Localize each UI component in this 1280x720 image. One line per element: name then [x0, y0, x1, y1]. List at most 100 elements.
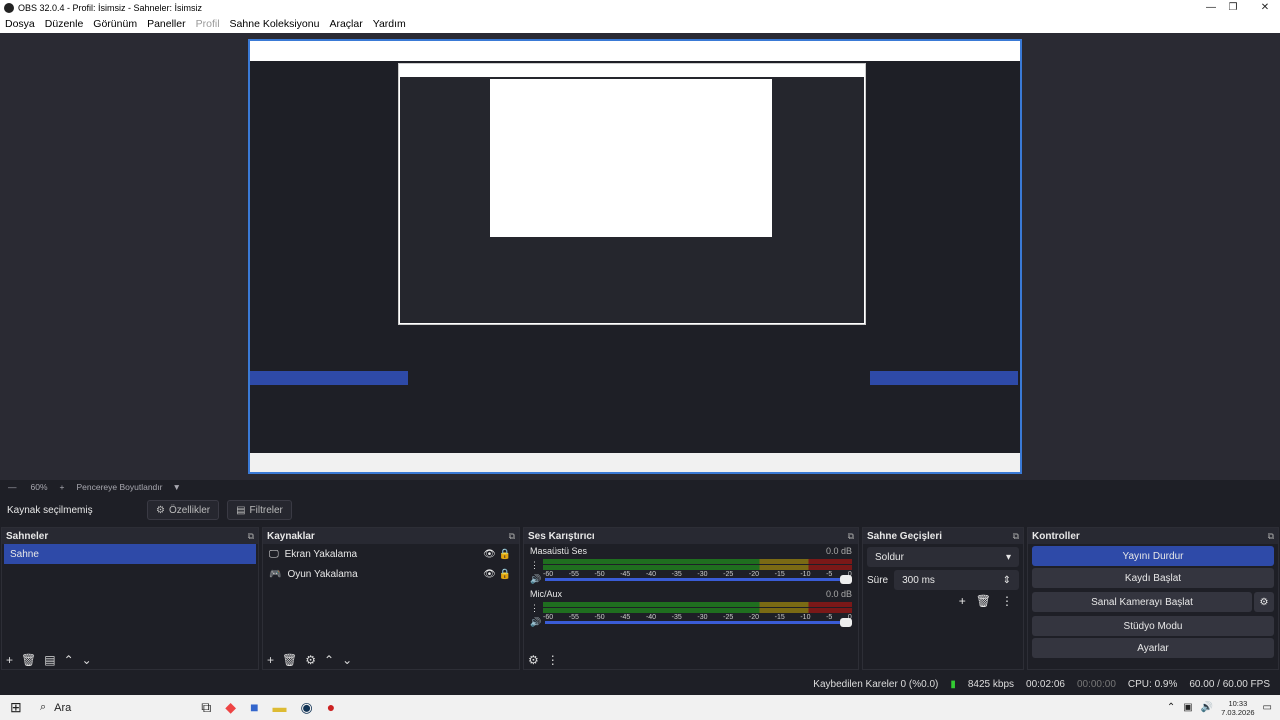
menu-yardim[interactable]: Yardım: [368, 18, 411, 30]
menu-dots-icon[interactable]: ⋮: [530, 560, 539, 571]
zoom-out-icon[interactable]: —: [8, 482, 17, 492]
channel-db: 0.0 dB: [825, 589, 852, 599]
menu-dosya[interactable]: Dosya: [0, 18, 40, 30]
obs-icon[interactable]: ●: [327, 699, 335, 716]
start-virtual-camera-button[interactable]: Sanal Kamerayı Başlat: [1032, 592, 1252, 612]
preview-canvas[interactable]: [0, 33, 1280, 480]
clock[interactable]: 10:33 7.03.2026: [1221, 699, 1254, 717]
selection-status: Kaynak seçilmemiş: [7, 504, 93, 516]
duration-field[interactable]: Süre 300 ms ⇕: [867, 570, 1019, 590]
explorer-icon[interactable]: ▬: [273, 699, 287, 716]
menu-gorunum[interactable]: Görünüm: [88, 18, 142, 30]
zoom-in-icon[interactable]: +: [60, 482, 65, 492]
undock-icon[interactable]: ⧉: [248, 531, 254, 542]
add-icon[interactable]: +: [6, 653, 13, 667]
menu-sahne-koleksiyonu[interactable]: Sahne Koleksiyonu: [225, 18, 325, 30]
up-icon[interactable]: ⌃: [64, 653, 74, 667]
gear-icon[interactable]: ⚙: [305, 653, 316, 667]
studio-mode-button[interactable]: Stüdyo Modu: [1032, 616, 1274, 636]
meter-scale: -60-55-50-45-40-35-30-25-20-15-10-50: [543, 571, 852, 578]
source-label: Oyun Yakalama: [287, 568, 358, 580]
add-icon[interactable]: +: [959, 594, 966, 608]
link-gear-icon[interactable]: ⚙: [528, 653, 539, 667]
windows-start-icon[interactable]: ⊞: [10, 699, 22, 716]
settings-button[interactable]: Ayarlar: [1032, 638, 1274, 658]
add-icon[interactable]: +: [267, 653, 274, 667]
start-recording-button[interactable]: Kaydı Başlat: [1032, 568, 1274, 588]
menu-paneller[interactable]: Paneller: [142, 18, 191, 30]
notification-icon[interactable]: ▭: [1263, 702, 1272, 713]
speaker-icon[interactable]: 🔊: [530, 617, 541, 628]
lock-icon[interactable]: 🔒: [499, 549, 511, 560]
source-item[interactable]: 🎮 Oyun Yakalama 👁 🔒: [263, 564, 519, 584]
gamepad-icon: 🎮: [269, 568, 282, 580]
menu-dots-icon[interactable]: ⋮: [1001, 594, 1013, 608]
zoom-fit-label[interactable]: Pencereye Boyutlandır: [76, 482, 162, 492]
menu-dots-icon[interactable]: ⋮: [547, 653, 559, 667]
store-icon[interactable]: ■: [250, 699, 258, 716]
lock-icon[interactable]: 🔒: [499, 569, 511, 580]
stop-stream-button[interactable]: Yayını Durdur: [1032, 546, 1274, 566]
controls-dock: Kontroller ⧉ Yayını Durdur Kaydı Başlat S…: [1027, 527, 1279, 670]
network-icon[interactable]: ▣: [1183, 702, 1192, 713]
restore-icon[interactable]: ❐: [1218, 0, 1248, 15]
volume-slider[interactable]: [545, 618, 852, 627]
brave-icon[interactable]: ◆: [225, 699, 236, 716]
eye-icon[interactable]: 👁: [483, 569, 496, 580]
menu-araclar[interactable]: Araçlar: [324, 18, 367, 30]
sources-title: Kaynaklar: [267, 530, 315, 542]
volume-slider[interactable]: [545, 575, 852, 584]
mixer-toolbar: ⚙ ⋮: [528, 653, 559, 667]
trash-icon[interactable]: 🗑: [976, 594, 991, 608]
zoom-bar: — 60% + Pencereye Boyutlandır ▼: [0, 480, 1280, 494]
trash-icon[interactable]: 🗑: [21, 653, 36, 667]
controls-title: Kontroller: [1032, 530, 1080, 542]
tray-chevron-icon[interactable]: ⌃: [1167, 702, 1175, 713]
clock-time: 10:33: [1228, 698, 1248, 708]
scene-item[interactable]: Sahne: [4, 544, 256, 564]
monitor-icon: 🖵: [269, 548, 279, 560]
volume-icon[interactable]: 🔊: [1201, 702, 1213, 713]
eye-icon[interactable]: 👁: [483, 549, 496, 560]
preview-capture: [248, 39, 1022, 474]
properties-button[interactable]: ⚙ Özellikler: [147, 500, 220, 520]
duration-value: 300 ms: [902, 574, 935, 586]
menu-dots-icon[interactable]: ⋮: [530, 603, 539, 614]
menu-profil[interactable]: Profil: [191, 18, 225, 30]
duration-label: Süre: [867, 574, 889, 586]
gear-icon: ⚙: [156, 504, 165, 516]
record-time: 00:00:00: [1076, 678, 1116, 690]
volume-meter: -60-55-50-45-40-35-30-25-20-15-10-50: [543, 558, 852, 578]
scenes-dock: Sahneler ⧉ Sahne + 🗑 ▤ ⌃ ⌄: [1, 527, 259, 670]
filters-button[interactable]: ▤ Filtreler: [227, 500, 292, 520]
dropped-frames: Kaybedilen Kareler 0 (%0.0): [813, 678, 939, 690]
undock-icon[interactable]: ⧉: [1013, 531, 1019, 542]
speaker-icon[interactable]: 🔊: [530, 574, 541, 585]
channel-db: 0.0 dB: [825, 546, 852, 556]
stepper-icon[interactable]: ⇕: [1003, 575, 1011, 586]
close-icon[interactable]: ✕: [1250, 0, 1280, 15]
steam-icon[interactable]: ◉: [301, 699, 313, 716]
menu-duzenle[interactable]: Düzenle: [40, 18, 89, 30]
source-item[interactable]: 🖵 Ekran Yakalama 👁 🔒: [263, 544, 519, 564]
up-icon[interactable]: ⌃: [324, 653, 334, 667]
taskbar-search[interactable]: ⌕ Ara: [40, 701, 71, 714]
undock-icon[interactable]: ⧉: [848, 531, 854, 542]
transitions-dock: Sahne Geçişleri ⧉ Soldur ▾ Süre 300 ms ⇕ + 🗑 ⋮: [862, 527, 1024, 670]
zoom-dropdown-icon[interactable]: ▼: [172, 482, 180, 492]
filter-icon[interactable]: ▤: [44, 653, 55, 667]
transition-select[interactable]: Soldur ▾: [867, 547, 1019, 567]
undock-icon[interactable]: ⧉: [1268, 531, 1274, 542]
down-icon[interactable]: ⌄: [342, 653, 352, 667]
windows-taskbar: ⊞ ⌕ Ara ⧉ ◆ ■ ▬ ◉ ● ⌃ ▣ 🔊 10:33 7.03.2026 ▭: [0, 695, 1280, 720]
down-icon[interactable]: ⌄: [82, 653, 92, 667]
fps: 60.00 / 60.00 FPS: [1189, 678, 1270, 690]
trash-icon[interactable]: 🗑: [282, 653, 297, 667]
mixer-channel: Masaüstü Ses 0.0 dB ⋮ -60 -55 -50 -45 -40 -35-…: [524, 544, 858, 587]
task-view-icon[interactable]: ⧉: [201, 699, 211, 716]
window-titlebar: OBS 32.0.4 - Profil: İsimsiz - Sahneler:…: [0, 0, 1280, 15]
gear-icon[interactable]: ⚙: [1254, 592, 1274, 612]
channel-name: Masaüstü Ses: [530, 546, 588, 556]
transition-type: Soldur: [875, 551, 904, 563]
undock-icon[interactable]: ⧉: [509, 531, 515, 542]
